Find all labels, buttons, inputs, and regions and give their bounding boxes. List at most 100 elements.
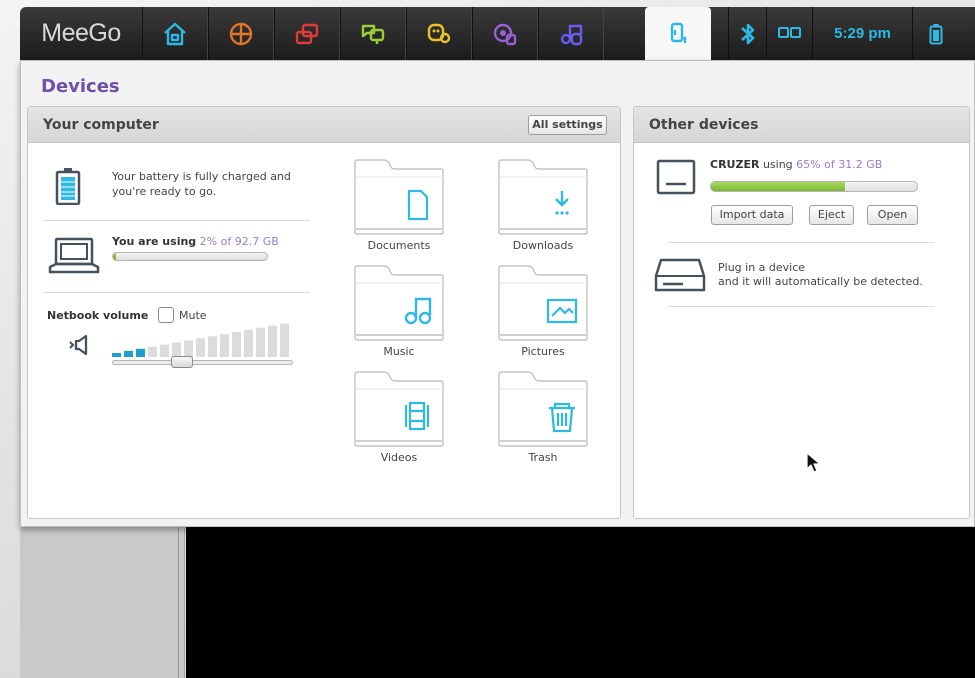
- folder-label: Videos: [380, 451, 418, 464]
- battery-icon: [929, 23, 942, 44]
- folder-pictures[interactable]: Pictures: [498, 265, 588, 358]
- media-button[interactable]: [538, 7, 604, 60]
- volume-level-bar: [244, 329, 253, 357]
- internet-button[interactable]: [472, 7, 538, 60]
- volume-level-bar: [268, 325, 277, 357]
- zones-icon: [295, 23, 319, 44]
- device-using: using: [762, 158, 793, 171]
- usb-drive-icon: [656, 159, 696, 195]
- device-usage-bar: [710, 181, 918, 192]
- folder-downloads[interactable]: Downloads: [498, 159, 588, 252]
- folder-label: Downloads: [512, 239, 574, 252]
- other-devices-pane: Other devices CRUZER using 65% of 31.2 G…: [633, 106, 970, 519]
- music-icon: [404, 297, 432, 325]
- all-settings-button[interactable]: All settings: [528, 115, 607, 135]
- devices-panel: Devices Your computer All settings Your …: [20, 60, 975, 527]
- your-computer-pane: Your computer All settings Your battery …: [27, 106, 621, 519]
- applications-icon: [229, 22, 253, 45]
- download-icon: [555, 191, 569, 215]
- volume-level-bar: [220, 334, 229, 357]
- your-computer-title: Your computer: [43, 117, 159, 133]
- plug-device-line1: Plug in a device: [718, 261, 806, 274]
- media-icon: [560, 24, 583, 45]
- clock-label: 5:29 pm: [834, 25, 891, 42]
- folder-label: Pictures: [521, 345, 565, 358]
- devices-icon: [670, 22, 687, 43]
- volume-level-bar: [136, 348, 145, 357]
- folder-videos[interactable]: Videos: [354, 371, 444, 464]
- volume-level-bar: [208, 336, 217, 357]
- people-icon: [427, 23, 451, 43]
- battery-large-icon: [55, 168, 81, 205]
- battery-text-line2: you're ready to go.: [112, 185, 217, 198]
- volume-level-bar: [148, 346, 157, 357]
- plug-device-line2: and it will automatically be detected.: [718, 275, 923, 288]
- volume-level-indicator: [112, 323, 289, 357]
- import-data-button[interactable]: Import data: [711, 205, 793, 225]
- status-icon: [361, 24, 385, 44]
- meego-logo: MeeGo: [41, 19, 121, 47]
- background-app-sidebar: [20, 525, 185, 678]
- speaker-icon: [69, 334, 88, 356]
- device-usage: 65% of 31.2 GB: [796, 158, 883, 171]
- folder-trash[interactable]: Trash: [498, 371, 588, 464]
- other-devices-title: Other devices: [649, 117, 759, 133]
- volume-level-bar: [196, 338, 205, 357]
- device-name: CRUZER: [710, 158, 760, 171]
- volume-level-bar: [112, 353, 121, 357]
- volume-level-bar: [124, 350, 133, 357]
- background-app-content: [186, 525, 975, 678]
- battery-status[interactable]: [912, 7, 958, 60]
- bluetooth-icon: [740, 23, 754, 44]
- volume-level-bar: [280, 323, 289, 357]
- people-button[interactable]: [406, 7, 472, 60]
- storage-usage-text: You are using 2% of 92.7 GB: [112, 234, 279, 249]
- volume-level-bar: [232, 332, 241, 357]
- home-icon: [164, 22, 186, 45]
- network-icon: [777, 26, 801, 38]
- document-icon: [407, 189, 429, 221]
- panel-title: Devices: [41, 76, 120, 97]
- applications-button[interactable]: [208, 7, 274, 60]
- toolbar: MeeGo 5:29 pm: [20, 7, 975, 60]
- section-divider: [668, 306, 934, 307]
- connections-status[interactable]: [766, 7, 812, 60]
- battery-text-line1: Your battery is fully charged and: [112, 170, 291, 183]
- video-icon: [404, 401, 430, 431]
- device-usage-text: CRUZER using 65% of 31.2 GB: [710, 157, 882, 172]
- bluetooth-status[interactable]: [728, 7, 766, 60]
- other-devices-header: Other devices: [634, 107, 969, 143]
- open-button[interactable]: Open: [867, 205, 918, 225]
- internet-icon: [493, 23, 517, 45]
- laptop-icon: [48, 237, 100, 274]
- folder-music[interactable]: Music: [354, 265, 444, 358]
- folder-label: Documents: [367, 239, 431, 252]
- your-computer-header: Your computer All settings: [28, 107, 620, 143]
- section-divider: [668, 242, 934, 243]
- eject-button[interactable]: Eject: [809, 205, 854, 225]
- clock-status[interactable]: 5:29 pm: [812, 7, 912, 60]
- storage-usage-fill: [113, 253, 117, 260]
- mouse-pointer-icon: [806, 452, 821, 473]
- status-button[interactable]: [340, 7, 406, 60]
- section-divider: [43, 292, 310, 293]
- storage-value: 2% of 92.7 GB: [199, 235, 279, 248]
- background-divider: [178, 525, 179, 678]
- storage-usage-bar: [112, 252, 268, 261]
- folder-label: Trash: [528, 451, 558, 464]
- volume-level-bar: [256, 327, 265, 357]
- picture-icon: [546, 298, 578, 324]
- trash-icon: [549, 402, 575, 433]
- volume-level-bar: [184, 340, 193, 357]
- folder-label: Music: [383, 345, 415, 358]
- zones-button[interactable]: [274, 7, 340, 60]
- section-divider: [43, 220, 310, 221]
- volume-level-bar: [172, 342, 181, 357]
- devices-button[interactable]: [645, 7, 711, 60]
- myzone-button[interactable]: [142, 7, 208, 60]
- volume-slider-handle[interactable]: [170, 356, 193, 368]
- storage-prefix: You are using: [112, 235, 197, 248]
- device-usage-fill: [711, 182, 845, 191]
- folder-documents[interactable]: Documents: [354, 159, 444, 252]
- volume-slider-track[interactable]: [112, 360, 293, 365]
